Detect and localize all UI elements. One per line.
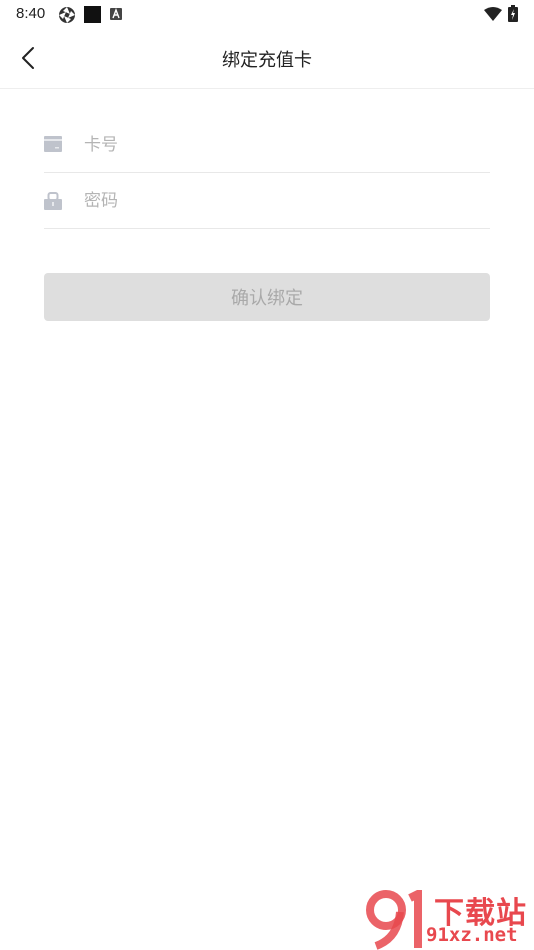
- status-bar: 8:40: [0, 0, 534, 28]
- card-icon: [44, 136, 62, 152]
- watermark-url: 91xz.net: [426, 924, 518, 946]
- watermark-logo-icon: [366, 890, 422, 950]
- password-input[interactable]: [82, 186, 486, 216]
- confirm-bind-button[interactable]: 确认绑定: [44, 273, 490, 321]
- black-square-icon: [84, 6, 101, 23]
- page-title: 绑定充值卡: [222, 50, 312, 71]
- a-badge-icon: [110, 8, 122, 20]
- aperture-icon: [59, 7, 75, 23]
- nav-bar: 绑定充值卡: [0, 28, 534, 89]
- site-watermark: 下载站 91xz.net: [364, 888, 534, 950]
- lock-icon: [44, 192, 62, 210]
- battery-icon: [508, 5, 518, 22]
- card-number-input[interactable]: [82, 130, 486, 160]
- status-time: 8:40: [16, 5, 46, 22]
- password-field: [44, 172, 490, 229]
- card-number-field: [44, 116, 490, 173]
- wifi-icon: [484, 7, 502, 21]
